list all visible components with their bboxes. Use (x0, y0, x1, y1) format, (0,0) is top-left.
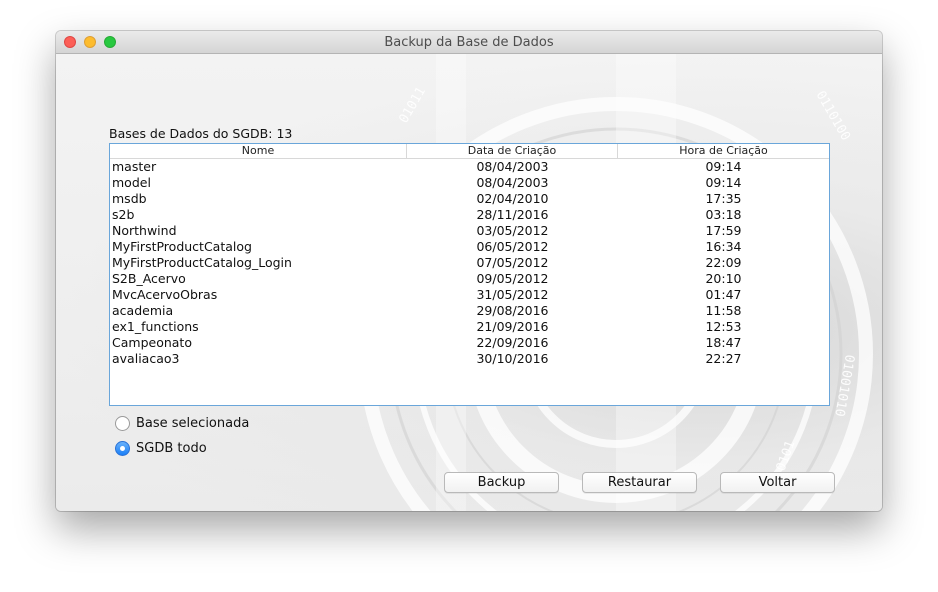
cell-creation-date: 09/05/2012 (476, 271, 549, 286)
cell-creation-date: 06/05/2012 (476, 239, 549, 254)
radio-label: SGDB todo (136, 440, 207, 456)
title-bar[interactable]: Backup da Base de Dados (56, 31, 882, 54)
minimize-icon[interactable] (84, 36, 96, 48)
column-header-creation-time[interactable]: Hora de Criação (618, 144, 829, 158)
table-row[interactable]: academia 29/08/2016 11:58 (110, 303, 829, 319)
cell-creation-time: 09:14 (705, 175, 742, 190)
cell-creation-date: 21/09/2016 (476, 319, 549, 334)
cell-creation-time: 01:47 (705, 287, 742, 302)
cell-name: MvcAcervoObras (112, 287, 218, 302)
table-header: Nome Data de Criação Hora de Criação (110, 144, 829, 159)
table-row[interactable]: S2B_Acervo 09/05/2012 20:10 (110, 271, 829, 287)
table-row[interactable]: Campeonato 22/09/2016 18:47 (110, 335, 829, 351)
table-body: master 08/04/2003 09:14 model 08/04/2003 09:1… (110, 159, 829, 367)
cell-creation-time: 22:27 (705, 351, 742, 366)
column-header-creation-date[interactable]: Data de Criação (407, 144, 618, 158)
cell-name: Northwind (112, 223, 177, 238)
cell-creation-date: 28/11/2016 (476, 207, 549, 222)
cell-creation-time: 18:47 (705, 335, 742, 350)
cell-creation-date: 31/05/2012 (476, 287, 549, 302)
cell-creation-time: 20:10 (705, 271, 742, 286)
cell-creation-time: 22:09 (705, 255, 742, 270)
table-row[interactable]: MyFirstProductCatalog 06/05/2012 16:34 (110, 239, 829, 255)
cell-creation-time: 17:59 (705, 223, 742, 238)
cell-creation-date: 02/04/2010 (476, 191, 549, 206)
maximize-icon[interactable] (104, 36, 116, 48)
cell-name: ex1_functions (112, 319, 199, 334)
cell-creation-time: 12:53 (705, 319, 742, 334)
backup-button[interactable]: Backup (444, 472, 559, 493)
cell-name: S2B_Acervo (112, 271, 186, 286)
table-row[interactable]: Northwind 03/05/2012 17:59 (110, 223, 829, 239)
cell-name: msdb (112, 191, 147, 206)
cell-creation-time: 16:34 (705, 239, 742, 254)
svg-text:01011: 01011 (396, 85, 429, 126)
radio-whole-server[interactable]: SGDB todo (115, 439, 207, 457)
table-row[interactable]: msdb 02/04/2010 17:35 (110, 191, 829, 207)
table-row[interactable]: MvcAcervoObras 31/05/2012 01:47 (110, 287, 829, 303)
table-row[interactable]: MyFirstProductCatalog_Login 07/05/2012 22:… (110, 255, 829, 271)
cell-creation-date: 07/05/2012 (476, 255, 549, 270)
table-row[interactable]: ex1_functions 21/09/2016 12:53 (110, 319, 829, 335)
cell-creation-time: 03:18 (705, 207, 742, 222)
dialog-content: 01011 0110100 01001010 0110101 Bases de … (56, 54, 882, 511)
radio-selected-database[interactable]: Base selecionada (115, 414, 249, 432)
cell-creation-date: 08/04/2003 (476, 159, 549, 174)
cell-name: avaliacao3 (112, 351, 180, 366)
cell-name: MyFirstProductCatalog (112, 239, 252, 254)
svg-text:0110100: 0110100 (813, 89, 853, 144)
radio-label: Base selecionada (136, 415, 250, 431)
table-row[interactable]: model 08/04/2003 09:14 (110, 175, 829, 191)
cell-creation-time: 09:14 (705, 159, 742, 174)
cell-creation-date: 29/08/2016 (476, 303, 549, 318)
cell-name: Campeonato (112, 335, 192, 350)
backup-window: Backup da Base de Dados 01011 0110100 01… (56, 31, 882, 511)
radio-checked-icon[interactable] (115, 440, 130, 456)
cell-creation-date: 22/09/2016 (476, 335, 549, 350)
cell-name: academia (112, 303, 174, 318)
table-row[interactable]: avaliacao3 30/10/2016 22:27 (110, 351, 829, 367)
back-button[interactable]: Voltar (720, 472, 835, 493)
radio-unchecked-icon[interactable] (115, 415, 130, 431)
cell-name: model (112, 175, 151, 190)
close-icon[interactable] (64, 36, 76, 48)
cell-creation-date: 30/10/2016 (476, 351, 549, 366)
database-count-label: Bases de Dados do SGDB: 13 (109, 126, 293, 141)
cell-creation-date: 08/04/2003 (476, 175, 549, 190)
cell-creation-date: 03/05/2012 (476, 223, 549, 238)
restore-button[interactable]: Restaurar (582, 472, 697, 493)
cell-creation-time: 17:35 (705, 191, 742, 206)
table-row[interactable]: master 08/04/2003 09:14 (110, 159, 829, 175)
table-row[interactable]: s2b 28/11/2016 03:18 (110, 207, 829, 223)
cell-name: s2b (112, 207, 135, 222)
cell-creation-time: 11:58 (705, 303, 742, 318)
cell-name: master (112, 159, 157, 174)
databases-table[interactable]: Nome Data de Criação Hora de Criação mas… (109, 143, 830, 406)
window-title: Backup da Base de Dados (384, 35, 554, 50)
cell-name: MyFirstProductCatalog_Login (112, 255, 292, 270)
column-header-name[interactable]: Nome (110, 144, 407, 158)
